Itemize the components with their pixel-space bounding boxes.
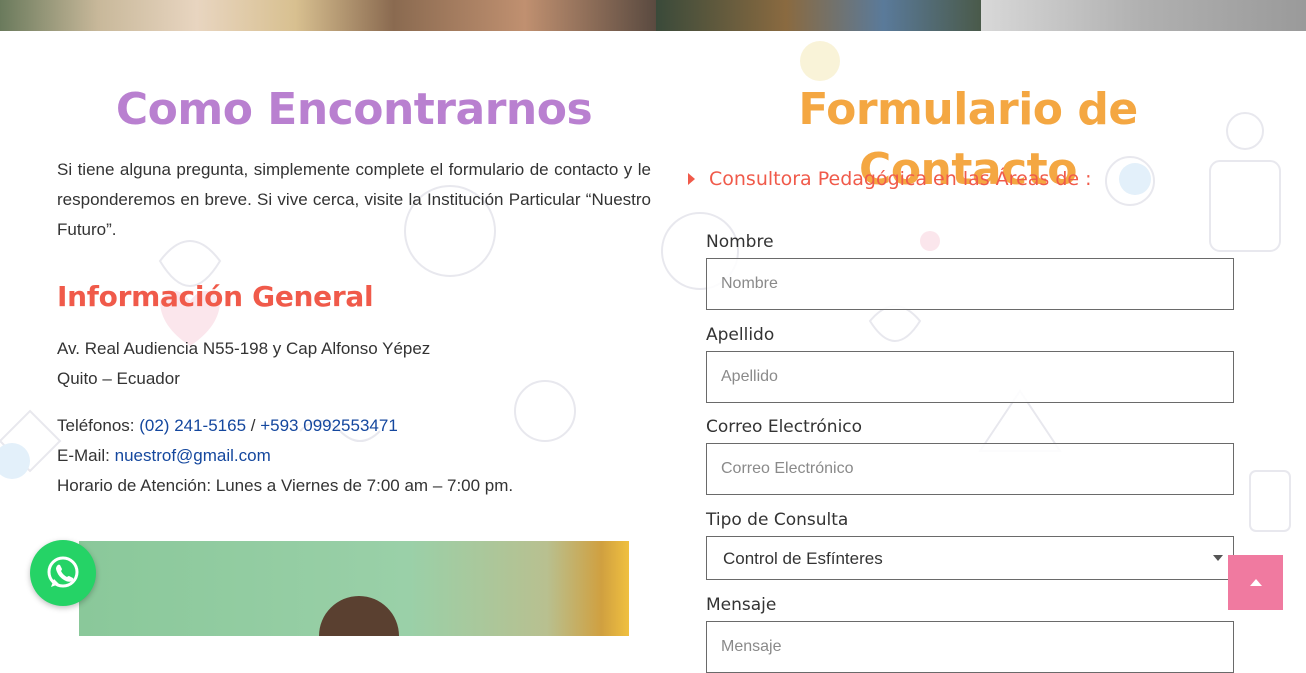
mensaje-label: Mensaje — [706, 595, 777, 615]
nombre-input[interactable] — [706, 258, 1234, 310]
consultancy-subheading-text: Consultora Pedagógica en las Áreas de : — [709, 168, 1092, 190]
contact-form-title: Formulario de Contacto — [798, 84, 1138, 195]
school-photo — [79, 541, 629, 636]
phone-separator: / — [246, 416, 261, 435]
whatsapp-icon — [47, 556, 79, 588]
contact-block: Teléfonos: (02) 241-5165 / +593 09925534… — [57, 411, 513, 501]
phone-link-1[interactable]: (02) 241-5165 — [139, 416, 246, 435]
gallery-photo-1 — [0, 0, 656, 31]
find-us-title: Como Encontrarnos — [115, 84, 593, 135]
mensaje-input[interactable] — [706, 621, 1234, 673]
gallery-photo-3 — [981, 0, 1306, 31]
nombre-label: Nombre — [706, 232, 774, 252]
address-line-1: Av. Real Audiencia N55-198 y Cap Alfonso… — [57, 339, 431, 358]
find-us-intro: Si tiene alguna pregunta, simplemente co… — [57, 160, 651, 239]
apellido-label: Apellido — [706, 325, 775, 345]
chevron-down-icon — [1213, 555, 1223, 561]
phone-link-2[interactable]: +593 0992553471 — [260, 416, 398, 435]
gallery-photo-2 — [656, 0, 981, 31]
contact-form-section: Formulario de Contacto Consultora Pedagó… — [688, 80, 1248, 673]
photo-child — [319, 596, 399, 636]
general-info-title: Información General — [57, 280, 374, 313]
top-photo-strip — [0, 0, 1306, 31]
tipo-consulta-select[interactable]: Control de Esfínteres — [706, 536, 1234, 580]
arrow-up-icon — [1249, 579, 1262, 586]
scroll-to-top-button[interactable] — [1228, 555, 1283, 610]
address-line-2: Quito – Ecuador — [57, 369, 180, 388]
find-us-section: Como Encontrarnos Si tiene alguna pregun… — [57, 80, 651, 495]
caret-right-icon — [688, 173, 695, 185]
email-line: E-Mail: nuestrof@gmail.com — [57, 441, 513, 471]
correo-label: Correo Electrónico — [706, 417, 863, 437]
phones-label: Teléfonos: — [57, 416, 140, 435]
email-label: E-Mail: — [57, 446, 115, 465]
email-link[interactable]: nuestrof@gmail.com — [115, 446, 271, 465]
whatsapp-button[interactable] — [30, 540, 96, 606]
correo-input[interactable] — [706, 443, 1234, 495]
address-block: Av. Real Audiencia N55-198 y Cap Alfonso… — [57, 334, 430, 394]
consultancy-subheading: Consultora Pedagógica en las Áreas de : — [688, 168, 1092, 190]
hours-line: Horario de Atención: Lunes a Viernes de … — [57, 476, 514, 495]
tipo-consulta-label: Tipo de Consulta — [706, 510, 849, 530]
phones-line: Teléfonos: (02) 241-5165 / +593 09925534… — [57, 411, 513, 441]
apellido-input[interactable] — [706, 351, 1234, 403]
